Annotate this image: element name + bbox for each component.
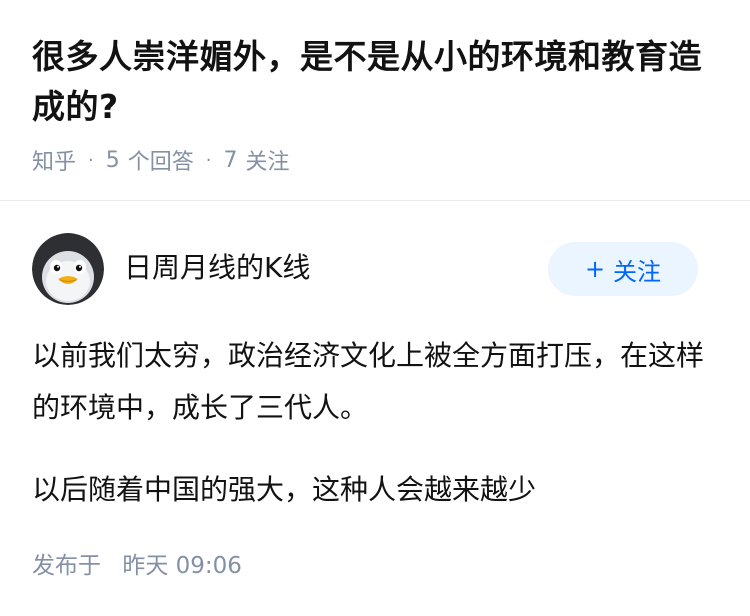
source-label[interactable]: 知乎 [32,144,76,176]
plus-icon: + [584,255,606,283]
divider [0,200,750,201]
author-name[interactable]: 日周月线的K线 [124,248,310,288]
answers-count: 5 [105,147,120,173]
follow-button[interactable]: + 关注 [548,242,698,296]
followers-count: 7 [223,147,238,173]
follow-label: 关注 [613,257,662,286]
answer-paragraph: 以后随着中国的强大，这种人会越来越少 [32,473,537,506]
published-timestamp: 昨天 09:06 [122,553,242,579]
published-label: 发布于 [32,553,101,579]
followers-label: 关注 [245,150,290,175]
author-avatar[interactable] [32,233,104,305]
published-time: 发布于 昨天 09:06 [32,548,242,584]
question-title[interactable]: 很多人崇洋媚外，是不是从小的环境和教育造成的? [32,32,722,132]
answer-paragraph: 以前我们太穷，政治经济文化上被全方面打压，在这样的环境中，成长了三代人。 [32,339,705,424]
separator-dot: · [205,149,212,171]
separator-dot: · [88,149,94,171]
answers-label[interactable]: 个回答 [128,144,194,176]
question-meta: 知乎 · 5 个回答 · 7 关注 [32,142,290,178]
answer-content: 以前我们太穷，政治经济文化上被全方面打压，在这样的环境中，成长了三代人。 以后随… [32,330,722,546]
penguin-avatar-icon [32,233,104,305]
